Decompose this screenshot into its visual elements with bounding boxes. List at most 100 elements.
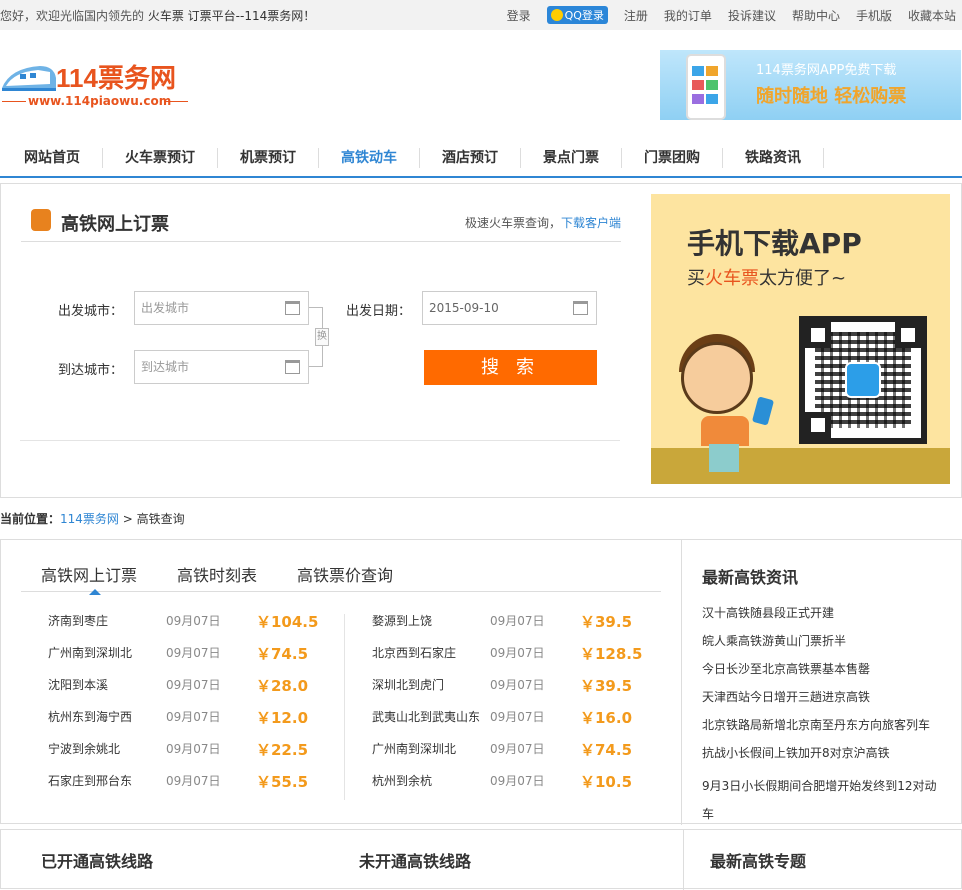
welcome-highlight[interactable]: 火车票 订票平台--114票务网！: [148, 9, 315, 23]
qr-corner: [805, 322, 831, 348]
search-title: 高铁网上订票: [61, 214, 169, 235]
to-city-input[interactable]: 到达城市: [134, 350, 309, 384]
download-client-link[interactable]: 下载客户端: [561, 216, 621, 230]
qr-corner: [895, 322, 921, 348]
unopened-lines-title: 未开通高铁线路: [359, 852, 472, 871]
ticket-route[interactable]: 杭州到余杭: [372, 772, 432, 789]
ticket-route[interactable]: 沈阳到本溪: [48, 676, 108, 693]
tab-timetable[interactable]: 高铁时刻表: [177, 562, 277, 592]
ticket-route[interactable]: 深圳北到虎门: [372, 676, 444, 693]
breadcrumb-separator-icon: >: [122, 512, 133, 526]
nav-item-train-tickets[interactable]: 火车票预订: [103, 148, 218, 168]
ticket-date: 09月07日: [166, 774, 221, 788]
nav-item-high-speed-rail[interactable]: 高铁动车: [319, 148, 420, 168]
ticket-route[interactable]: 武夷山北到武夷山东: [372, 708, 480, 725]
tab-bar: 高铁网上订票 高铁时刻表 高铁票价查询: [21, 562, 661, 592]
list-divider: [344, 614, 345, 800]
ticket-row[interactable]: 杭州到余杭 09月07日 ￥10.5: [372, 768, 672, 800]
app-ad-banner[interactable]: 手机下载APP 买火车票太方便了~: [651, 194, 950, 484]
news-item[interactable]: 北京铁路局新增北京南至丹东方向旅客列车: [702, 716, 942, 744]
from-city-input[interactable]: 出发城市: [134, 291, 309, 325]
ticket-route[interactable]: 杭州东到海宁西: [48, 708, 132, 725]
ticket-route[interactable]: 石家庄到邢台东: [48, 772, 132, 789]
breadcrumb-home[interactable]: 114票务网: [60, 512, 119, 526]
ticket-row[interactable]: 广州南到深圳北 09月07日 ￥74.5: [372, 736, 672, 768]
ticket-date: 09月07日: [166, 710, 221, 724]
help-link[interactable]: 帮助中心: [792, 7, 840, 24]
app-banner-line2: 随时随地 轻松购票: [756, 86, 907, 107]
ticket-date: 09月07日: [490, 710, 545, 724]
news-panel: 最新高铁资讯 汉十高铁随县段正式开建 皖人乘高铁游黄山门票折半 今日长沙至北京高…: [681, 540, 962, 825]
ticket-row[interactable]: 宁波到余姚北 09月07日 ￥22.5: [48, 736, 348, 768]
my-orders-link[interactable]: 我的订单: [664, 7, 712, 24]
ticket-list-panel: 高铁网上订票 高铁时刻表 高铁票价查询 济南到枣庄 09月07日 ￥104.5 广州…: [0, 539, 962, 825]
ticket-row[interactable]: 婺源到上饶 09月07日 ￥39.5: [372, 608, 672, 640]
from-city-placeholder: 出发城市: [141, 301, 190, 315]
ticket-row[interactable]: 沈阳到本溪 09月07日 ￥28.0: [48, 672, 348, 704]
ad-ground: [651, 448, 950, 484]
news-title: 最新高铁资讯: [702, 568, 799, 587]
ticket-route[interactable]: 宁波到余姚北: [48, 740, 120, 757]
login-link[interactable]: 登录: [507, 7, 531, 24]
welcome-prefix: 您好，欢迎光临国内领先的: [0, 9, 145, 23]
nav-item-group-tickets[interactable]: 门票团购: [622, 148, 723, 168]
ticket-row[interactable]: 武夷山北到武夷山东 09月07日 ￥16.0: [372, 704, 672, 736]
news-item[interactable]: 抗战小长假间上铁加开8对京沪高铁: [702, 744, 942, 772]
ticket-list-left: 济南到枣庄 09月07日 ￥104.5 广州南到深圳北 09月07日 ￥74.5 沈阳到…: [48, 608, 348, 800]
nav-item-flights[interactable]: 机票预订: [218, 148, 319, 168]
date-value: 2015-09-10: [429, 301, 499, 315]
opened-lines-title: 已开通高铁线路: [41, 852, 154, 871]
ticket-route[interactable]: 婺源到上饶: [372, 612, 432, 629]
nav-item-hotels[interactable]: 酒店预订: [420, 148, 521, 168]
news-item[interactable]: 汉十高铁随县段正式开建: [702, 604, 942, 632]
qr-corner: [805, 412, 831, 438]
ticket-price: ￥12.0: [256, 709, 309, 727]
bookmark-link[interactable]: 收藏本站: [908, 7, 956, 24]
ticket-route[interactable]: 广州南到深圳北: [372, 740, 456, 757]
train-icon: [31, 209, 51, 231]
ticket-row[interactable]: 济南到枣庄 09月07日 ￥104.5: [48, 608, 348, 640]
topics-panel: 最新高铁专题: [683, 830, 962, 890]
breadcrumb-label: 当前位置：: [0, 512, 61, 526]
ticket-row[interactable]: 杭州东到海宁西 09月07日 ￥12.0: [48, 704, 348, 736]
swap-cities-button[interactable]: 换: [315, 328, 329, 346]
date-input[interactable]: 2015-09-10: [422, 291, 597, 325]
mobile-phone-icon: [751, 396, 775, 426]
news-item[interactable]: 9月3日小长假期间合肥增开始发终到12对动车: [702, 772, 942, 828]
news-item[interactable]: 今日长沙至北京高铁票基本售罄: [702, 660, 942, 688]
ticket-row[interactable]: 深圳北到虎门 09月07日 ￥39.5: [372, 672, 672, 704]
ad-sub-suffix: 太方便了~: [759, 268, 847, 289]
ticket-route[interactable]: 广州南到深圳北: [48, 644, 132, 661]
cartoon-boy-body: [701, 416, 749, 446]
calendar-icon: [285, 301, 300, 315]
ticket-row[interactable]: 广州南到深圳北 09月07日 ￥74.5: [48, 640, 348, 672]
news-item[interactable]: 天津西站今日增开三趟进京高铁: [702, 688, 942, 716]
train-logo-icon: [2, 66, 56, 91]
phone-icon: [686, 54, 726, 120]
nav-item-home[interactable]: 网站首页: [0, 148, 103, 168]
search-button[interactable]: 搜 索: [424, 350, 597, 385]
news-list: 汉十高铁随县段正式开建 皖人乘高铁游黄山门票折半 今日长沙至北京高铁票基本售罄 …: [702, 604, 942, 828]
tab-price-query[interactable]: 高铁票价查询: [297, 562, 413, 592]
news-item[interactable]: 皖人乘高铁游黄山门票折半: [702, 632, 942, 660]
search-divider: [20, 440, 620, 441]
register-link[interactable]: 注册: [624, 7, 648, 24]
ticket-date: 09月07日: [490, 614, 545, 628]
tab-online-booking[interactable]: 高铁网上订票: [21, 562, 157, 592]
nav-item-attractions[interactable]: 景点门票: [521, 148, 622, 168]
ad-subtitle: 买火车票太方便了~: [687, 264, 846, 290]
mobile-link[interactable]: 手机版: [856, 7, 892, 24]
ticket-row[interactable]: 北京西到石家庄 09月07日 ￥128.5: [372, 640, 672, 672]
qq-login-button[interactable]: QQ登录: [546, 6, 608, 24]
ticket-row[interactable]: 石家庄到邢台东 09月07日 ￥55.5: [48, 768, 348, 800]
ticket-route[interactable]: 济南到枣庄: [48, 612, 108, 629]
ticket-price: ￥128.5: [580, 645, 643, 663]
qq-login-label: QQ登录: [564, 9, 604, 22]
fast-query-text: 极速火车票查询，: [464, 216, 561, 230]
ticket-price: ￥39.5: [580, 677, 633, 695]
app-download-banner[interactable]: 114票务网APP免费下载 随时随地 轻松购票: [660, 50, 961, 120]
complaints-link[interactable]: 投诉建议: [728, 7, 776, 24]
nav-item-rail-news[interactable]: 铁路资讯: [723, 148, 824, 168]
ticket-route[interactable]: 北京西到石家庄: [372, 644, 456, 661]
site-logo[interactable]: 114票务网 www.114piaowu.com: [0, 50, 200, 120]
